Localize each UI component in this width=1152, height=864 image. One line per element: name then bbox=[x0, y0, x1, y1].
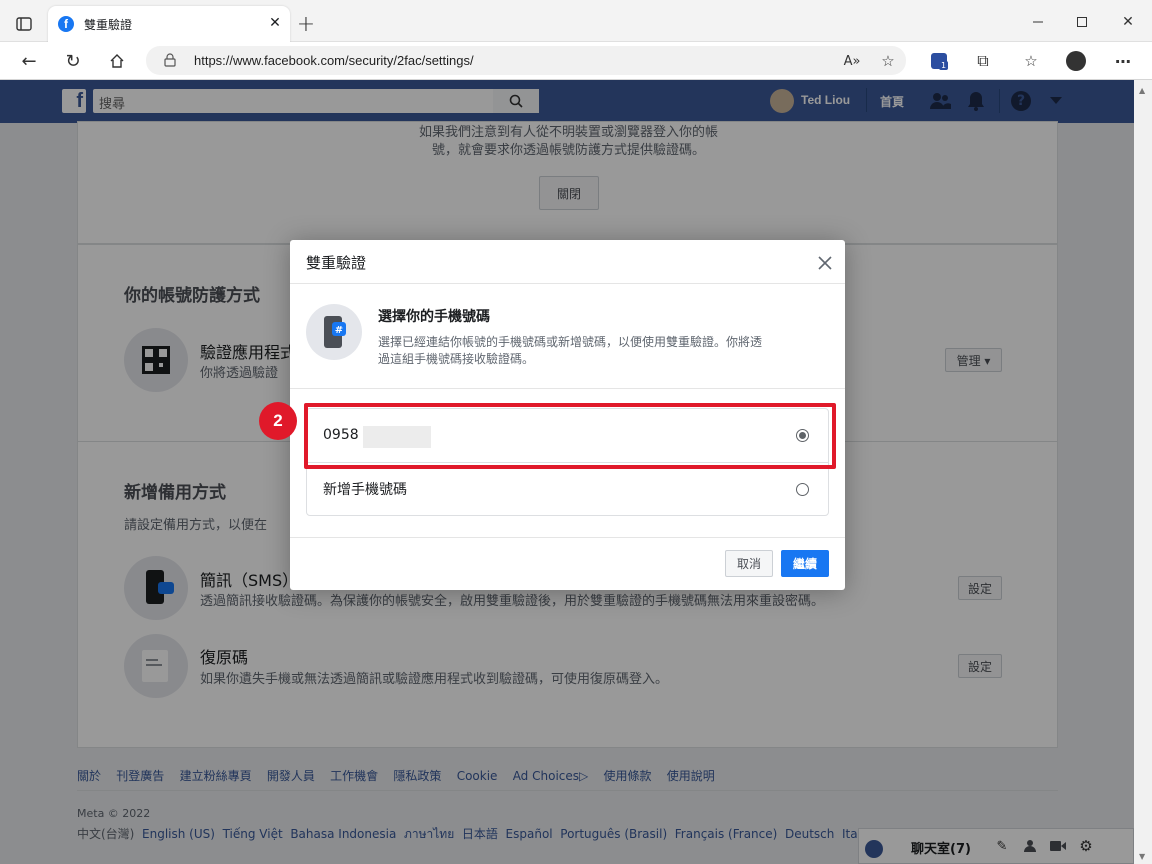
extension-icon[interactable]: 1 bbox=[928, 50, 950, 72]
favorite-add-icon[interactable]: ☆ bbox=[878, 51, 898, 71]
extension-badge: 1 bbox=[939, 61, 949, 70]
scrollbar[interactable]: ▲ ▼ bbox=[1134, 80, 1152, 864]
favorites-icon[interactable]: ☆ bbox=[1020, 50, 1042, 72]
scroll-up-icon[interactable]: ▲ bbox=[1139, 86, 1145, 95]
window-close-icon[interactable]: ✕ bbox=[1118, 12, 1138, 32]
dialog-close-icon[interactable] bbox=[814, 252, 836, 274]
url-text[interactable]: https://www.facebook.com/security/2fac/s… bbox=[194, 53, 474, 68]
minimize-icon[interactable] bbox=[1028, 12, 1048, 32]
tab-title: 雙重驗證 bbox=[84, 18, 133, 32]
tab-actions-icon[interactable] bbox=[12, 12, 36, 36]
facebook-favicon-icon: f bbox=[58, 16, 74, 32]
svg-text:#: # bbox=[335, 325, 343, 336]
dialog-header: 雙重驗證 bbox=[290, 240, 845, 284]
extensions-puzzle-icon[interactable]: ⧉ bbox=[972, 50, 994, 72]
cancel-button[interactable]: 取消 bbox=[725, 550, 773, 577]
phone-hash-icon: # bbox=[306, 304, 362, 360]
add-phone-label: 新增手機號碼 bbox=[323, 482, 407, 498]
settings-more-icon[interactable]: ⋯ bbox=[1112, 50, 1134, 72]
close-tab-icon[interactable]: ✕ bbox=[266, 14, 284, 32]
maximize-icon[interactable] bbox=[1072, 12, 1092, 32]
dialog-heading: 選擇你的手機號碼 bbox=[378, 309, 490, 325]
scroll-down-icon[interactable]: ▼ bbox=[1139, 852, 1145, 861]
phone-option-add-new[interactable]: 新增手機號碼 bbox=[307, 463, 828, 515]
dialog-description: 選擇已經連結你帳號的手機號碼或新增號碼，以便使用雙重驗證。你將透 過這組手機號碼… bbox=[378, 334, 762, 368]
highlight-box bbox=[304, 403, 836, 469]
dialog-description-line-1: 選擇已經連結你帳號的手機號碼或新增號碼，以便使用雙重驗證。你將透 bbox=[378, 335, 763, 349]
read-aloud-icon[interactable]: A» bbox=[842, 51, 862, 71]
radio-unselected[interactable] bbox=[796, 483, 809, 496]
divider bbox=[290, 388, 845, 389]
modal-overlay-header bbox=[0, 80, 1134, 123]
lock-icon[interactable] bbox=[162, 52, 178, 68]
browser-tab[interactable]: f 雙重驗證 ✕ bbox=[48, 6, 290, 42]
profile-icon[interactable] bbox=[1064, 49, 1088, 73]
dialog-title: 雙重驗證 bbox=[306, 254, 367, 272]
continue-button[interactable]: 繼續 bbox=[781, 550, 829, 577]
home-icon[interactable] bbox=[106, 50, 128, 72]
step-badge: 2 bbox=[259, 402, 297, 440]
back-icon[interactable]: ← bbox=[18, 50, 40, 72]
new-tab-icon[interactable]: + bbox=[294, 12, 318, 37]
divider bbox=[290, 537, 845, 538]
dialog-description-line-2: 過這組手機號碼接收驗證碼。 bbox=[378, 352, 535, 366]
refresh-icon[interactable]: ↻ bbox=[62, 50, 84, 72]
